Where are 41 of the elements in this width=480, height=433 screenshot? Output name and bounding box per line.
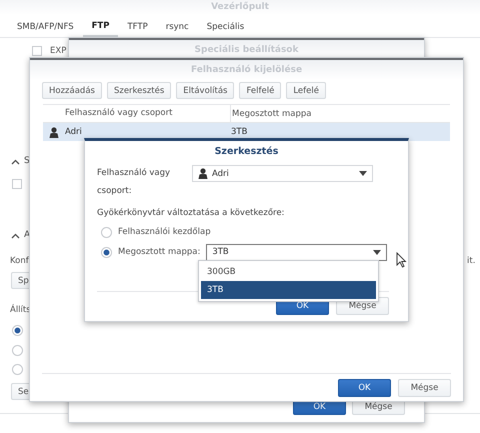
checkbox[interactable] [32,46,42,56]
toolbar-button[interactable]: Felfelé [239,82,282,99]
folder-select[interactable]: 3TB [206,244,388,260]
dropdown-item[interactable]: 300GB [201,263,376,281]
ok-button[interactable]: OK [338,379,391,397]
user-select[interactable]: Adri [192,165,373,182]
toolbar-button[interactable]: Eltávolítás [176,82,234,99]
toolbar-button[interactable]: Hozzáadás [42,82,102,99]
caret-icon [359,171,367,176]
table-cell-text: Adri [64,127,83,137]
dialog-title: Szerkesztés [214,145,280,159]
field-label: Felhasználó vagy csoport: [97,167,172,198]
checkbox-label: EXP [50,46,66,56]
column-header[interactable]: Megosztott mappa [231,108,450,118]
tab[interactable]: Speciális [198,17,254,37]
table-cell-text: 3TB [230,127,248,137]
toolbar-button[interactable]: Szerkesztés [106,82,172,99]
user-icon [48,126,58,138]
radio-label: Felhasználói kezdőlap [118,227,211,237]
toolbar-button[interactable]: Lefelé [286,82,326,99]
column-header[interactable]: Felhasználó vagy csoport [64,105,231,122]
user-icon [198,168,208,179]
chevron-up-icon[interactable] [11,159,20,165]
radio-button[interactable] [12,325,23,336]
caret-icon [373,250,382,254]
chevron-up-icon[interactable] [11,233,20,239]
radio-button[interactable] [101,226,112,238]
section-label: Gyökérkönyvtár változtatása a következőre: [96,207,286,220]
description-text: Konf [10,256,29,266]
radio-button[interactable] [12,345,23,356]
tab[interactable]: SMB/AFP/NFS [8,17,83,37]
tab[interactable]: TFTP [118,17,157,37]
description-text: it. [467,256,476,266]
checkbox[interactable] [12,179,22,189]
radio-label: Megosztott mappa: [118,247,200,257]
cancel-button[interactable]: Mégse [398,379,451,397]
radio-button[interactable] [12,364,23,375]
tab[interactable]: rsync [156,17,198,37]
dropdown-item[interactable]: 3TB [201,281,376,299]
section-title: S [24,156,30,166]
radio-button[interactable] [101,246,112,258]
